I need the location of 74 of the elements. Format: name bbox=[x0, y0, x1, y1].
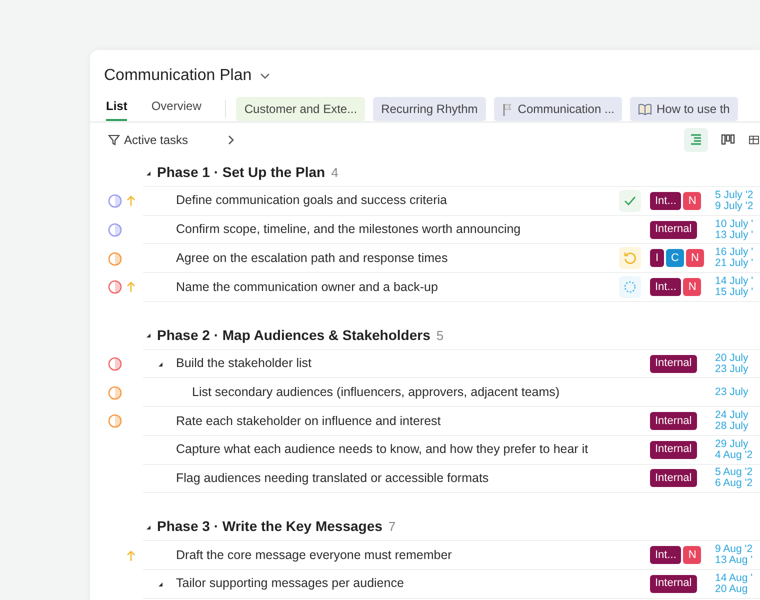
tab[interactable]: Customer and Exte... bbox=[236, 97, 366, 121]
tag: Int... bbox=[650, 192, 682, 210]
phase-title: Phase 3 · Write the Key Messages bbox=[157, 517, 382, 536]
caret-icon[interactable] bbox=[145, 524, 151, 530]
task-title: Agree on the escalation path and response times bbox=[176, 250, 449, 267]
caret-icon[interactable] bbox=[145, 332, 151, 338]
task-title: Define communication goals and success criteria bbox=[176, 192, 448, 210]
tag: N bbox=[683, 546, 702, 564]
status-indicator[interactable] bbox=[619, 190, 641, 212]
date-text: 4 Aug '2 bbox=[715, 450, 754, 461]
page-title: Communication Plan bbox=[104, 66, 252, 86]
book-icon bbox=[638, 103, 652, 115]
tag: C bbox=[666, 249, 684, 268]
task-count: 7 bbox=[388, 518, 396, 536]
task-count: 5 bbox=[436, 326, 444, 344]
date-text: 21 July ' bbox=[715, 258, 754, 270]
task-title: Rate each stakeholder on influence and interest bbox=[176, 412, 442, 430]
filter-icon bbox=[108, 134, 120, 146]
date-text: 28 July bbox=[715, 420, 750, 432]
task-title: Tailor supporting messages per audience bbox=[176, 575, 405, 592]
tag: Internal bbox=[650, 574, 697, 593]
tab[interactable]: Recurring Rhythm bbox=[373, 97, 486, 121]
date-text: 15 July ' bbox=[715, 286, 754, 298]
chevron-right-icon[interactable] bbox=[228, 135, 234, 145]
tag: N bbox=[683, 278, 702, 296]
date-text: 6 Aug '2 bbox=[715, 478, 754, 490]
tab[interactable]: Overview bbox=[151, 97, 202, 121]
tag: Internal bbox=[650, 412, 697, 430]
tag: N bbox=[683, 192, 702, 210]
spinner-icon bbox=[623, 280, 637, 294]
date-text: 20 July bbox=[715, 352, 750, 364]
date-text: 23 July bbox=[715, 364, 750, 375]
tag: Internal bbox=[650, 220, 697, 239]
caret-icon[interactable] bbox=[157, 360, 163, 367]
tag: Internal bbox=[650, 440, 697, 459]
date-text: 20 Aug bbox=[715, 584, 749, 595]
date-text: 14 Aug ' bbox=[715, 572, 754, 584]
date-text: 5 Aug '2 bbox=[715, 467, 754, 478]
tag: Int... bbox=[650, 546, 682, 564]
caret-icon[interactable] bbox=[145, 170, 151, 176]
caret-icon[interactable] bbox=[157, 580, 163, 587]
task-title: Capture what each audience needs to know, and how they prefer to hear it bbox=[176, 441, 590, 458]
tab[interactable]: List bbox=[106, 97, 128, 121]
date-text: 13 July ' bbox=[715, 230, 754, 241]
tab[interactable]: How to use th bbox=[630, 97, 738, 121]
task-title: Draft the core message everyone must remember bbox=[176, 546, 453, 564]
date-text: 5 July '2 bbox=[715, 190, 754, 201]
flag-icon bbox=[502, 102, 514, 116]
filter-button[interactable]: Active tasks bbox=[108, 131, 188, 149]
date-text: 10 July ' bbox=[715, 218, 754, 230]
date-text: 23 July bbox=[715, 386, 750, 398]
date-text: 24 July bbox=[715, 410, 750, 421]
date-text: 9 Aug '2 bbox=[715, 544, 754, 556]
tag: N bbox=[686, 249, 704, 268]
task-title: Name the communication owner and a back-up bbox=[176, 278, 439, 296]
date-text: 16 July ' bbox=[715, 247, 754, 258]
task-count: 4 bbox=[331, 164, 338, 182]
date-text: 9 July '2 bbox=[715, 200, 754, 212]
task-title: Confirm scope, timeline, and the milestones worth announcing bbox=[176, 221, 522, 238]
chevron-down-icon[interactable] bbox=[260, 73, 270, 79]
phase-title: Phase 1 · Set Up the Plan bbox=[157, 163, 326, 182]
tab[interactable]: Communication ... bbox=[494, 97, 622, 121]
tag: I bbox=[650, 249, 664, 268]
task-title: List secondary audiences (influencers, approvers, adjacent teams) bbox=[192, 384, 561, 401]
tag: Internal bbox=[650, 354, 697, 373]
date-text: 29 July bbox=[715, 438, 748, 450]
phase-title: Phase 2 · Map Audiences & Stakeholders bbox=[157, 326, 430, 345]
task-title: Build the stakeholder list bbox=[176, 355, 312, 372]
undo-icon bbox=[623, 251, 637, 266]
tag: Internal bbox=[650, 469, 697, 488]
tag: Int... bbox=[650, 278, 682, 296]
date-text: 13 Aug ' bbox=[715, 555, 754, 566]
date-text: 14 July ' bbox=[715, 276, 754, 287]
task-title: Flag audiences needing translated or accessible formats bbox=[176, 470, 490, 487]
